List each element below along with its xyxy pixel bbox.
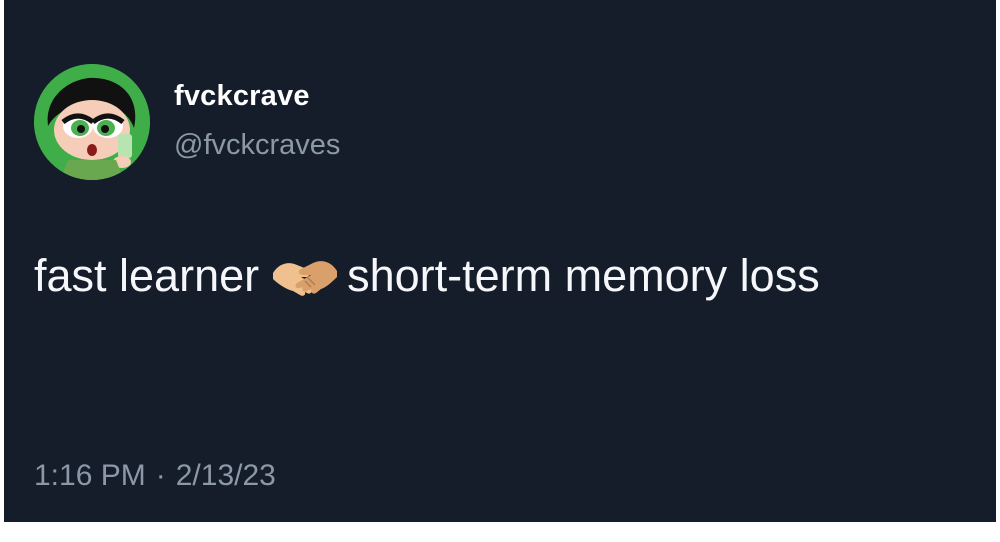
tweet-card: fvckcrave @fvckcraves fast learner short… [4, 0, 996, 522]
meta-separator: · [155, 459, 166, 492]
tweet-text: fast learner short-term memory loss [34, 240, 954, 312]
handshake-icon [271, 253, 339, 297]
buttercup-avatar-icon [34, 64, 150, 180]
tweet-timestamp[interactable]: 1:16 PM · 2/13/23 [34, 459, 276, 493]
user-handle[interactable]: @fvckcraves [174, 129, 340, 162]
tweet-text-part-1: fast learner [34, 250, 260, 301]
avatar[interactable] [34, 64, 150, 180]
tweet-date[interactable]: 2/13/23 [176, 459, 276, 492]
tweet-time[interactable]: 1:16 PM [34, 459, 146, 492]
tweet-text-part-2: short-term memory loss [347, 250, 820, 301]
display-name[interactable]: fvckcrave [174, 80, 310, 113]
